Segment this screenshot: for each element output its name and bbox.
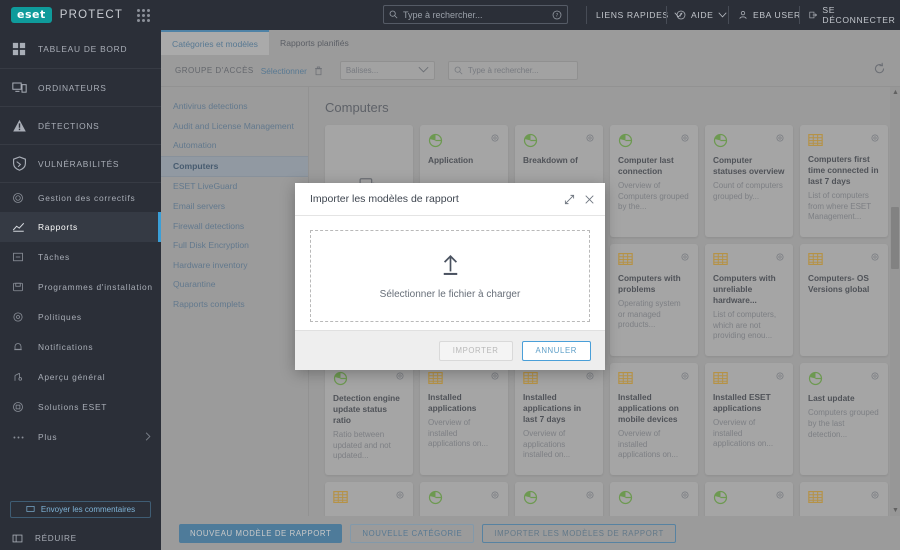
collapse-panel-icon [12, 534, 23, 543]
warning-triangle-icon [12, 119, 38, 133]
sidebar-item-dashboard[interactable]: TABLEAU DE BORD [0, 30, 161, 68]
sidebar-item-label: VULNÉRABILITÉS [38, 158, 120, 169]
dialog-header: Importer les modèles de rapport [295, 183, 605, 216]
brand-logo[interactable]: eset PROTECT [0, 7, 123, 23]
report-chart-icon [12, 221, 38, 233]
sidebar-item-label: Aperçu général [38, 372, 106, 382]
sidebar-item-taches[interactable]: Tâches [0, 242, 161, 272]
sidebar-item-solutions-eset[interactable]: Solutions ESET [0, 392, 161, 422]
help-circle-icon: ? [676, 10, 686, 20]
help-label: AIDE [691, 10, 714, 20]
global-search-placeholder: Type à rechercher... [403, 9, 483, 20]
user-icon [739, 11, 747, 19]
sidebar-item-label: Rapports [38, 222, 78, 232]
overview-icon [12, 371, 38, 383]
top-bar: eset PROTECT Type à rechercher... ? LIEN… [0, 0, 900, 30]
sidebar-item-label: Programmes d'installation [38, 282, 153, 292]
shield-icon [12, 156, 38, 171]
chevron-right-icon [145, 431, 151, 443]
dialog-footer: IMPORTER ANNULER [295, 330, 605, 370]
send-feedback-button[interactable]: Envoyer les commentaires [10, 501, 151, 518]
computer-icon [12, 81, 38, 95]
file-dropzone[interactable]: Sélectionner le fichier à charger [310, 230, 590, 322]
logout-icon [809, 11, 818, 19]
import-report-templates-dialog: Importer les modèles de rapport Sélectio… [295, 183, 605, 370]
close-icon[interactable] [584, 194, 595, 205]
question-circle-icon[interactable]: ? [552, 10, 562, 20]
sidebar-item-plus[interactable]: Plus [0, 422, 161, 452]
app-root: eset PROTECT Type à rechercher... ? LIEN… [0, 0, 900, 550]
dashboard-grid-icon [12, 42, 38, 56]
sidebar-item-label: TABLEAU DE BORD [38, 44, 128, 54]
sidebar-item-rapports[interactable]: Rapports [0, 212, 161, 242]
expand-icon[interactable] [564, 194, 575, 205]
sidebar-item-label: Politiques [38, 312, 82, 322]
quick-links-label: LIENS RAPIDES [596, 10, 669, 20]
task-icon [12, 251, 38, 263]
patch-icon [12, 192, 38, 204]
sidebar-item-label: ORDINATEURS [38, 82, 107, 93]
sidebar-item-politiques[interactable]: Politiques [0, 302, 161, 332]
sidebar-item-notifications[interactable]: Notifications [0, 332, 161, 362]
collapse-sidebar-button[interactable]: RÉDUIRE [12, 533, 77, 544]
collapse-label: RÉDUIRE [35, 534, 77, 543]
sidebar-item-detections[interactable]: DÉTECTIONS [0, 106, 161, 144]
sidebar-item-label: Solutions ESET [38, 402, 108, 412]
sidebar-item-computers[interactable]: ORDINATEURS [0, 68, 161, 106]
upload-arrow-icon [443, 255, 457, 275]
sidebar-item-vulnerabilities[interactable]: VULNÉRABILITÉS [0, 144, 161, 182]
global-search-input[interactable]: Type à rechercher... ? [383, 5, 568, 24]
more-dots-icon [12, 435, 38, 440]
dialog-body: Sélectionner le fichier à charger [295, 216, 605, 322]
eset-logo-mark: eset [11, 7, 52, 23]
apps-grid-icon[interactable] [137, 8, 151, 22]
eset-solutions-icon [12, 401, 38, 413]
help-menu[interactable]: ? AIDE [666, 0, 737, 30]
svg-text:?: ? [556, 13, 559, 19]
sidebar-item-label: DÉTECTIONS [38, 120, 100, 131]
sidebar-item-label: Gestion des correctifs [38, 192, 136, 203]
policy-gear-icon [12, 311, 38, 323]
logout-button[interactable]: SE DÉCONNECTER [799, 0, 900, 30]
dropzone-label: Sélectionner le fichier à charger [379, 289, 521, 300]
logout-label: SE DÉCONNECTER [822, 5, 896, 25]
sidebar-item-label: Notifications [38, 342, 94, 352]
sidebar-item-patch-management[interactable]: Gestion des correctifs [0, 182, 161, 212]
user-name: EBA USER [753, 10, 801, 20]
comment-icon [26, 506, 35, 512]
dialog-title: Importer les modèles de rapport [310, 193, 459, 205]
sidebar: TABLEAU DE BORD ORDINATEURS DÉTECTIONS V… [0, 30, 161, 550]
installer-icon [12, 281, 38, 293]
search-icon [389, 10, 398, 19]
dialog-cancel-button[interactable]: ANNULER [521, 340, 591, 361]
product-name: PROTECT [59, 9, 124, 21]
sidebar-item-label: Plus [38, 432, 58, 442]
sidebar-item-installers[interactable]: Programmes d'installation [0, 272, 161, 302]
send-feedback-label: Envoyer les commentaires [40, 505, 136, 514]
sidebar-item-apercu-general[interactable]: Aperçu général [0, 362, 161, 392]
caret-down-icon [718, 12, 728, 18]
sidebar-item-label: Tâches [38, 252, 70, 262]
bell-icon [12, 341, 38, 353]
svg-text:?: ? [679, 13, 682, 19]
dialog-import-button[interactable]: IMPORTER [438, 340, 513, 361]
